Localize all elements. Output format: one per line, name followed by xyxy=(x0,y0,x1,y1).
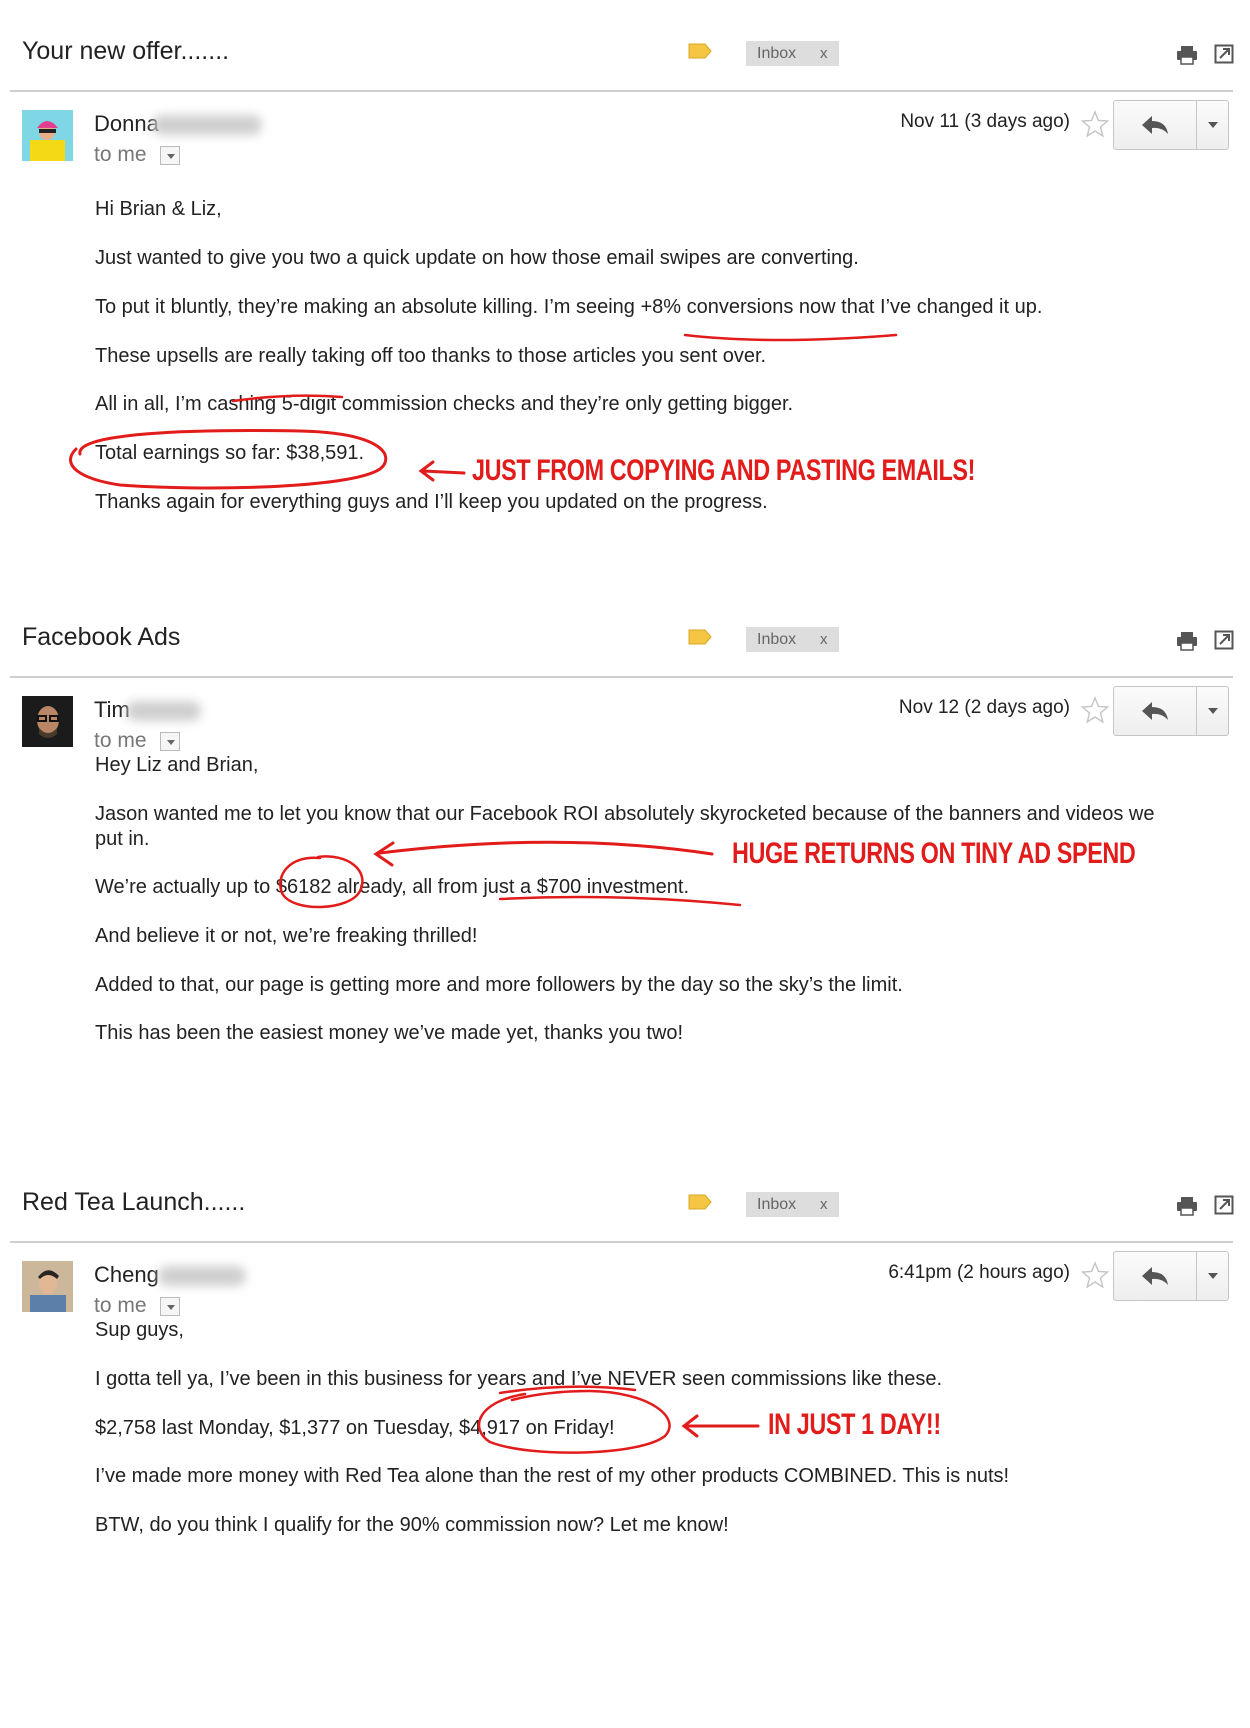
recipient-label: to me xyxy=(94,729,147,752)
more-actions-dropdown[interactable] xyxy=(1197,1252,1228,1300)
email-paragraph: I’ve made more money with Red Tea alone … xyxy=(95,1465,1010,1487)
avatar xyxy=(22,110,73,161)
avatar xyxy=(22,1261,73,1312)
new-window-icon[interactable] xyxy=(1214,630,1234,650)
sender-name: Cheng xyxy=(94,1262,159,1287)
email-paragraph: To put it bluntly, they’re making an abs… xyxy=(95,296,1043,318)
email-paragraph: And believe it or not, we’re freaking th… xyxy=(95,925,478,947)
subject-divider xyxy=(10,676,1233,678)
print-icon[interactable] xyxy=(1176,1196,1198,1216)
more-actions-dropdown[interactable] xyxy=(1197,687,1228,735)
email-paragraph: I gotta tell ya, I’ve been in this busin… xyxy=(95,1368,943,1390)
recipient-label: to me xyxy=(94,143,147,166)
inbox-label-text: Inbox xyxy=(757,1196,797,1213)
remove-label-button[interactable]: x xyxy=(820,41,828,66)
sender-name: Tim xyxy=(94,697,130,722)
inbox-label-chip: Inbox x xyxy=(746,1192,839,1217)
email-subject: Your new offer....... xyxy=(22,37,230,65)
redacted-surname xyxy=(126,701,201,721)
email-paragraph: Sup guys, xyxy=(95,1319,184,1341)
reply-button[interactable] xyxy=(1114,101,1196,149)
label-tag-icon[interactable] xyxy=(688,1194,712,1210)
email-paragraph: This has been the easiest money we’ve ma… xyxy=(95,1022,684,1044)
email-paragraph: Just wanted to give you two a quick upda… xyxy=(95,247,859,269)
remove-label-button[interactable]: x xyxy=(820,627,828,652)
reply-button-group xyxy=(1113,1251,1229,1301)
email-paragraph: Hey Liz and Brian, xyxy=(95,754,259,776)
email-paragraph: All in all, I’m cashing 5-digit commissi… xyxy=(95,393,794,415)
reply-button-group xyxy=(1113,100,1229,150)
more-actions-dropdown[interactable] xyxy=(1197,101,1228,149)
inbox-label-chip: Inbox x xyxy=(746,41,839,66)
email-paragraph: Added to that, our page is getting more … xyxy=(95,974,903,996)
email-thread-3: Red Tea Launch...... Inbox x Cheng to me… xyxy=(0,1168,1250,1728)
email-paragraph: These upsells are really taking off too … xyxy=(95,345,767,367)
email-date: Nov 11 (3 days ago) xyxy=(900,111,1070,132)
subject-divider xyxy=(10,90,1233,92)
star-icon[interactable] xyxy=(1081,696,1109,724)
callout-text: HUGE RETURNS ON TINY AD SPEND xyxy=(732,837,1136,870)
underline-mark xyxy=(683,333,898,342)
redacted-surname xyxy=(158,1266,246,1286)
avatar xyxy=(22,696,73,747)
new-window-icon[interactable] xyxy=(1214,1195,1234,1215)
reply-arrow-icon xyxy=(1142,116,1168,134)
email-date: Nov 12 (2 days ago) xyxy=(898,697,1070,718)
star-icon[interactable] xyxy=(1081,110,1109,138)
email-paragraph: We’re actually up to $6182 already, all … xyxy=(95,876,690,898)
reply-arrow-icon xyxy=(1142,702,1168,720)
print-icon[interactable] xyxy=(1176,631,1198,651)
red-annotations xyxy=(477,1385,760,1454)
reply-arrow-icon xyxy=(1142,1267,1168,1285)
inbox-label-text: Inbox xyxy=(757,45,797,62)
reply-button-group xyxy=(1113,686,1229,736)
email-subject: Facebook Ads xyxy=(22,623,181,651)
recipient-details-dropdown[interactable] xyxy=(160,732,180,751)
recipient-details-dropdown[interactable] xyxy=(160,1297,180,1316)
label-tag-icon[interactable] xyxy=(688,629,712,645)
recipient-label: to me xyxy=(94,1294,147,1317)
callout-text: JUST FROM COPYING AND PASTING EMAILS! xyxy=(472,454,975,487)
callout-text: IN JUST 1 DAY!! xyxy=(768,1408,941,1441)
email-paragraph: BTW, do you think I qualify for the 90% … xyxy=(95,1514,729,1536)
label-tag-icon[interactable] xyxy=(688,43,712,59)
redacted-surname xyxy=(152,115,262,135)
email-subject: Red Tea Launch...... xyxy=(22,1188,246,1216)
sender-name: Donna xyxy=(94,111,159,136)
email-thread-1: Your new offer....... Inbox x Donna to m… xyxy=(0,17,1250,577)
reply-button[interactable] xyxy=(1114,687,1196,735)
recipient-details-dropdown[interactable] xyxy=(160,146,180,165)
inbox-label-chip: Inbox x xyxy=(746,627,839,652)
print-icon[interactable] xyxy=(1176,45,1198,65)
star-icon[interactable] xyxy=(1081,1261,1109,1289)
email-paragraph: Hi Brian & Liz, xyxy=(95,198,222,220)
subject-divider xyxy=(10,1241,1233,1243)
reply-button[interactable] xyxy=(1114,1252,1196,1300)
email-paragraph: $2,758 last Monday, $1,377 on Tuesday, $… xyxy=(95,1417,615,1439)
remove-label-button[interactable]: x xyxy=(820,1192,828,1217)
inbox-label-text: Inbox xyxy=(757,631,797,648)
email-thread-2: Facebook Ads Inbox x Tim to me Nov 12 (2… xyxy=(0,603,1250,1163)
email-paragraph: Thanks again for everything guys and I’l… xyxy=(95,491,768,513)
email-date: 6:41pm (2 hours ago) xyxy=(888,1262,1070,1283)
new-window-icon[interactable] xyxy=(1214,44,1234,64)
